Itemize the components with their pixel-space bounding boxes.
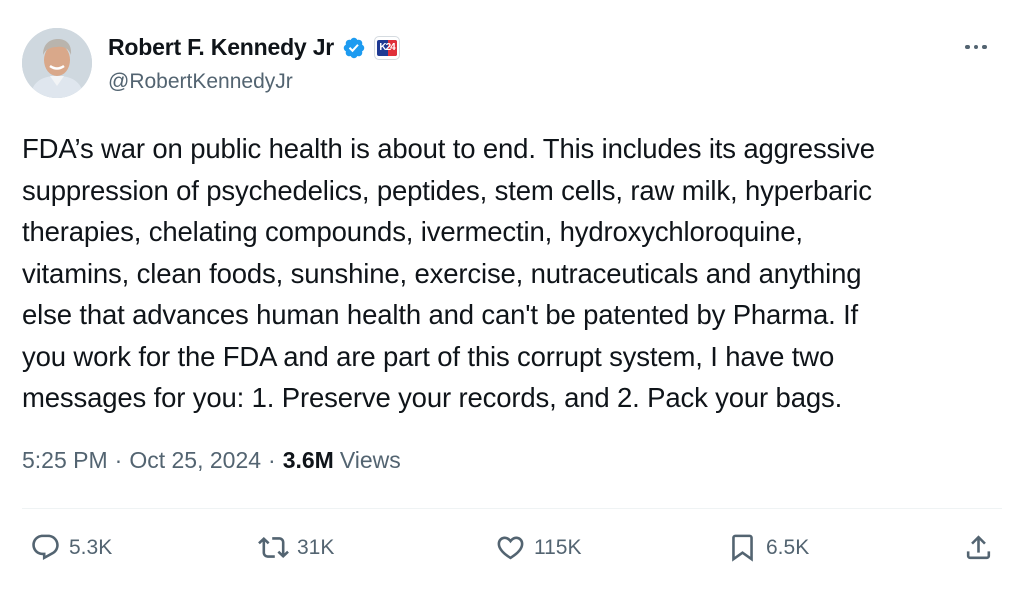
more-icon[interactable] [958,32,994,62]
meta-separator: · [114,447,123,473]
reply-icon [32,534,59,561]
author-name[interactable]: Robert F. Kennedy Jr [108,34,334,61]
bookmark-count: 6.5K [766,535,810,559]
views-count: 3.6M [282,447,334,473]
author-row: Robert F. Kennedy Jr K24 [108,34,401,61]
tweet-text: FDA’s war on public health is about to e… [22,133,875,413]
tweet-date[interactable]: Oct 25, 2024 [129,447,261,474]
like-count: 115K [534,535,582,559]
affiliation-badge[interactable]: K24 [374,35,401,60]
verified-badge-icon[interactable] [342,36,366,60]
reply-count: 5.3K [69,535,113,559]
share-icon [966,535,991,560]
heart-icon [497,536,524,560]
tweet-meta: 5:25 PM · Oct 25, 2024 · 3.6M Views [22,447,401,474]
divider [22,508,1002,509]
affiliation-badge-label: K24 [379,42,395,53]
repost-icon [258,537,289,558]
author-handle[interactable]: @RobertKennedyJr [108,70,293,94]
bookmark-button[interactable]: 6.5K [727,532,809,563]
tweet-time[interactable]: 5:25 PM [22,447,108,474]
avatar-image [22,28,92,98]
views-label: Views [339,447,401,473]
like-button[interactable]: 115K [495,532,582,563]
bookmark-icon [732,534,753,562]
meta-separator: · [268,447,276,473]
share-button[interactable] [963,532,994,563]
repost-button[interactable]: 31K [258,532,334,563]
repost-count: 31K [297,535,335,559]
avatar[interactable] [22,28,92,98]
action-bar: 5.3K 31K 115K 6.5K [30,532,994,572]
reply-button[interactable]: 5.3K [30,532,112,563]
